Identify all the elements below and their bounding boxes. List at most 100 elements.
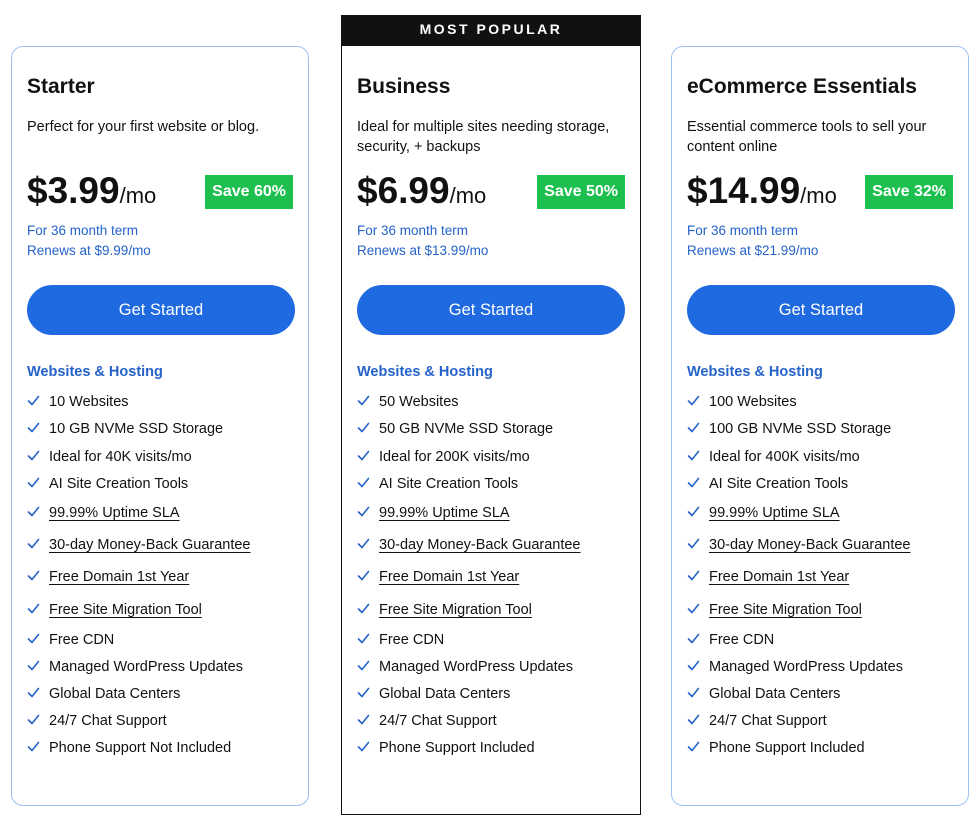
- feature-label[interactable]: 30-day Money-Back Guarantee: [379, 537, 581, 553]
- most-popular-ribbon: MOST POPULAR: [342, 16, 640, 46]
- feature-label: AI Site Creation Tools: [49, 476, 189, 492]
- feature-item: Global Data Centers: [687, 684, 840, 704]
- feature-label[interactable]: 99.99% Uptime SLA: [379, 505, 510, 521]
- checkmark-icon: [687, 476, 700, 489]
- feature-item: 24/7 Chat Support: [357, 711, 497, 731]
- checkmark-icon: [357, 394, 370, 407]
- feature-item: Managed WordPress Updates: [687, 657, 903, 677]
- checkmark-icon: [687, 421, 700, 434]
- feature-item: 10 GB NVMe SSD Storage: [27, 419, 223, 439]
- checkmark-icon: [27, 713, 40, 726]
- checkmark-icon: [27, 602, 40, 615]
- get-started-button[interactable]: Get Started: [357, 285, 625, 335]
- feature-item: Ideal for 200K visits/mo: [357, 447, 530, 467]
- checkmark-icon: [687, 537, 700, 550]
- feature-item[interactable]: 30-day Money-Back Guarantee: [687, 535, 911, 555]
- checkmark-icon: [357, 449, 370, 462]
- checkmark-icon: [357, 659, 370, 672]
- feature-label[interactable]: Free Domain 1st Year: [379, 569, 519, 585]
- checkmark-icon: [27, 740, 40, 753]
- feature-label: Managed WordPress Updates: [709, 659, 903, 675]
- save-badge: Save 50%: [537, 175, 625, 209]
- price-row: $3.99/mo Save 60%: [27, 169, 293, 213]
- checkmark-icon: [357, 632, 370, 645]
- price: $6.99/mo: [357, 170, 487, 211]
- feature-item: AI Site Creation Tools: [357, 474, 518, 494]
- checkmark-icon: [27, 476, 40, 489]
- feature-item[interactable]: Free Site Migration Tool: [357, 600, 532, 620]
- feature-label: 24/7 Chat Support: [709, 713, 827, 729]
- checkmark-icon: [687, 740, 700, 753]
- checkmark-icon: [687, 713, 700, 726]
- checkmark-icon: [357, 602, 370, 615]
- feature-item: Phone Support Not Included: [27, 738, 231, 758]
- plan-card-business: MOST POPULAR Business Ideal for multiple…: [341, 15, 641, 815]
- feature-item: 10 Websites: [27, 392, 129, 412]
- plan-title: Business: [357, 75, 451, 98]
- get-started-button[interactable]: Get Started: [27, 285, 295, 335]
- checkmark-icon: [357, 686, 370, 699]
- feature-item: Managed WordPress Updates: [357, 657, 573, 677]
- feature-item[interactable]: 99.99% Uptime SLA: [27, 503, 180, 523]
- plan-description: Essential commerce tools to sell your co…: [687, 119, 927, 155]
- checkmark-icon: [357, 713, 370, 726]
- renewal-text: Renews at $9.99/mo: [27, 243, 151, 258]
- feature-label: 100 GB NVMe SSD Storage: [709, 421, 892, 437]
- feature-item[interactable]: Free Domain 1st Year: [357, 567, 519, 587]
- feature-label: 100 Websites: [709, 394, 797, 410]
- plan-title: eCommerce Essentials: [687, 75, 917, 98]
- feature-label: Phone Support Included: [709, 740, 865, 756]
- checkmark-icon: [357, 569, 370, 582]
- checkmark-icon: [687, 505, 700, 518]
- feature-label[interactable]: Free Site Migration Tool: [49, 602, 202, 618]
- feature-item[interactable]: Free Site Migration Tool: [687, 600, 862, 620]
- plan-description: Ideal for multiple sites needing storage…: [357, 119, 610, 155]
- feature-item[interactable]: 30-day Money-Back Guarantee: [27, 535, 251, 555]
- feature-label[interactable]: Free Domain 1st Year: [709, 569, 849, 585]
- feature-item[interactable]: 99.99% Uptime SLA: [357, 503, 510, 523]
- feature-label[interactable]: Free Site Migration Tool: [709, 602, 862, 618]
- checkmark-icon: [27, 632, 40, 645]
- checkmark-icon: [27, 537, 40, 550]
- plan-title: Starter: [27, 75, 95, 98]
- feature-label: Phone Support Included: [379, 740, 535, 756]
- feature-label[interactable]: 99.99% Uptime SLA: [709, 505, 840, 521]
- feature-label: 50 GB NVMe SSD Storage: [379, 421, 554, 437]
- feature-label: AI Site Creation Tools: [379, 476, 519, 492]
- feature-label: Phone Support Not Included: [49, 740, 232, 756]
- feature-label: 24/7 Chat Support: [49, 713, 167, 729]
- price-row: $14.99/mo Save 32%: [687, 169, 953, 213]
- feature-label: Global Data Centers: [49, 686, 181, 702]
- feature-item: Global Data Centers: [357, 684, 510, 704]
- feature-item[interactable]: Free Site Migration Tool: [27, 600, 202, 620]
- feature-item[interactable]: 99.99% Uptime SLA: [687, 503, 840, 523]
- checkmark-icon: [687, 686, 700, 699]
- feature-label: Ideal for 400K visits/mo: [709, 449, 860, 465]
- feature-item: Free CDN: [357, 630, 444, 650]
- checkmark-icon: [27, 659, 40, 672]
- save-badge: Save 32%: [865, 175, 953, 209]
- feature-label: AI Site Creation Tools: [709, 476, 849, 492]
- feature-label: Ideal for 200K visits/mo: [379, 449, 530, 465]
- feature-label: 10 Websites: [49, 394, 129, 410]
- feature-label[interactable]: 30-day Money-Back Guarantee: [49, 537, 251, 553]
- feature-item: 50 Websites: [357, 392, 459, 412]
- plan-card-ecommerce-essentials: eCommerce Essentials Essential commerce …: [671, 46, 969, 806]
- feature-label: 10 GB NVMe SSD Storage: [49, 421, 224, 437]
- feature-item[interactable]: Free Domain 1st Year: [687, 567, 849, 587]
- feature-label[interactable]: Free Domain 1st Year: [49, 569, 189, 585]
- checkmark-icon: [687, 602, 700, 615]
- section-title: Websites & Hosting: [687, 364, 823, 380]
- feature-label[interactable]: 99.99% Uptime SLA: [49, 505, 180, 521]
- feature-item: AI Site Creation Tools: [687, 474, 848, 494]
- feature-label[interactable]: Free Site Migration Tool: [379, 602, 532, 618]
- term-text: For 36 month term: [357, 223, 469, 238]
- feature-item[interactable]: Free Domain 1st Year: [27, 567, 189, 587]
- feature-item[interactable]: 30-day Money-Back Guarantee: [357, 535, 581, 555]
- feature-label[interactable]: 30-day Money-Back Guarantee: [709, 537, 911, 553]
- feature-label: 24/7 Chat Support: [379, 713, 497, 729]
- get-started-button[interactable]: Get Started: [687, 285, 955, 335]
- feature-label: Free CDN: [379, 632, 445, 648]
- feature-item: Ideal for 40K visits/mo: [27, 447, 192, 467]
- plan-description: Perfect for your first website or blog.: [27, 119, 260, 135]
